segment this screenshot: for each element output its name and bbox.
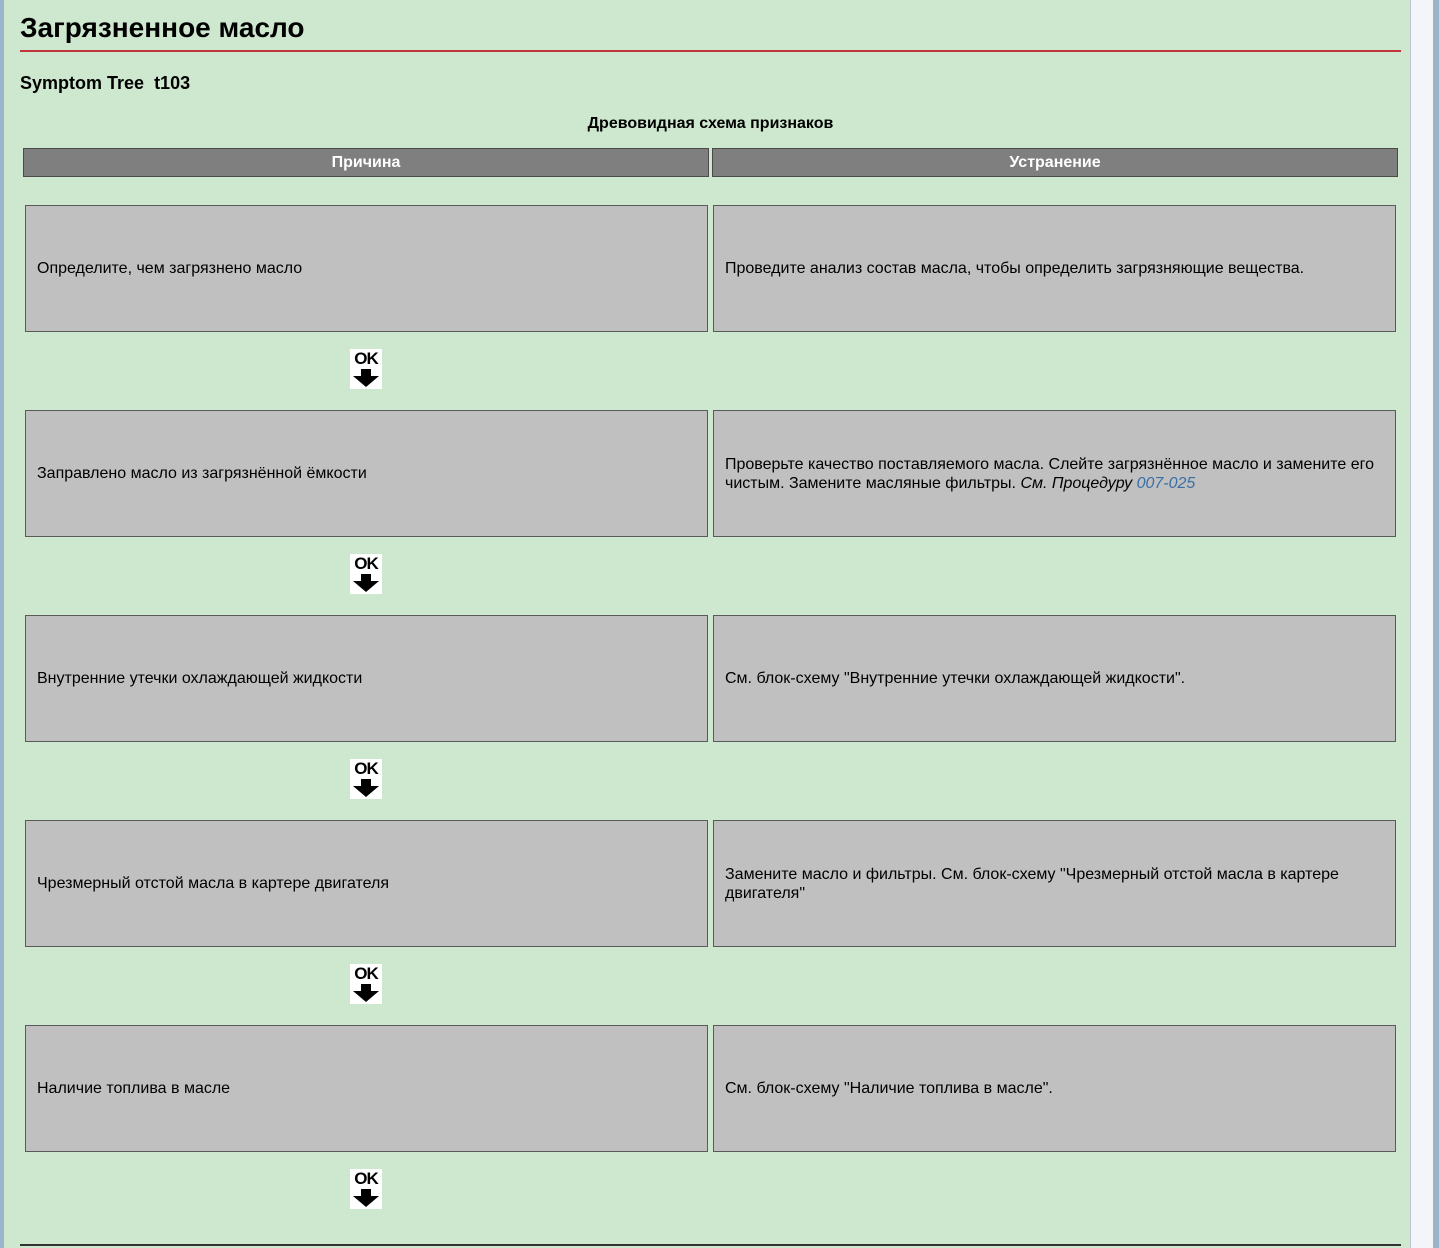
cause-text: Чрезмерный отстой масла в картере двигат… — [37, 875, 390, 892]
header-remedy: Устранение — [712, 148, 1398, 177]
ok-down-arrow-icon: OK — [350, 759, 382, 799]
remedy-cell: Проведите анализ состав масла, чтобы опр… — [713, 205, 1396, 332]
symptom-tree-id: Symptom Tree t103 — [20, 73, 190, 94]
remedy-cell: Замените масло и фильтры. См. блок-схему… — [713, 820, 1396, 947]
ok-down-arrow-icon: OK — [350, 554, 382, 594]
header-cause: Причина — [23, 148, 709, 177]
cause-text: Наличие топлива в масле — [37, 1080, 231, 1097]
ok-down-arrow-icon: OK — [350, 964, 382, 1004]
document-content: Загрязненное масло Symptom Tree t103 Дре… — [20, 0, 1401, 1246]
page-title: Загрязненное масло — [20, 0, 1401, 52]
remedy-text: См. блок-схему "Наличие топлива в масле"… — [725, 1080, 1053, 1097]
remedy-text: Проведите анализ состав масла, чтобы опр… — [725, 260, 1305, 277]
ok-label: OK — [354, 964, 379, 983]
symptom-step-3: Внутренние утечки охлаждающей жидкости С… — [20, 615, 1401, 820]
cause-text: Заправлено масло из загрязнённой ёмкости — [37, 465, 367, 482]
table-header-row: Причина Устранение — [23, 148, 1398, 177]
cause-cell: Заправлено масло из загрязнённой ёмкости — [25, 410, 708, 537]
cause-cell: Определите, чем загрязнено масло — [25, 205, 708, 332]
ok-label: OK — [354, 554, 379, 573]
remedy-cell: См. блок-схему "Наличие топлива в масле"… — [713, 1025, 1396, 1152]
remedy-text: Замените масло и фильтры. См. блок-схему… — [725, 865, 1339, 902]
symptom-step-4: Чрезмерный отстой масла в картере двигат… — [20, 820, 1401, 1025]
bottom-divider — [20, 1244, 1401, 1246]
ok-down-arrow-icon: OK — [350, 349, 382, 389]
remedy-cell: Проверьте качество поставляемого масла. … — [713, 410, 1396, 537]
window-right-border — [1433, 0, 1439, 1248]
symptom-tree-code: t103 — [154, 73, 191, 93]
symptom-step-5: Наличие топлива в масле См. блок-схему "… — [20, 1025, 1401, 1230]
symptom-tree-label: Symptom Tree — [20, 73, 145, 93]
ok-label: OK — [354, 1169, 379, 1188]
ok-label: OK — [354, 349, 379, 368]
procedure-link[interactable]: 007-025 — [1137, 475, 1196, 492]
ok-down-arrow-icon: OK — [350, 1169, 382, 1209]
cause-cell: Внутренние утечки охлаждающей жидкости — [25, 615, 708, 742]
cause-text: Внутренние утечки охлаждающей жидкости — [37, 670, 363, 687]
cause-text: Определите, чем загрязнено масло — [37, 260, 303, 277]
cause-cell: Чрезмерный отстой масла в картере двигат… — [25, 820, 708, 947]
vertical-scrollbar[interactable] — [1410, 0, 1439, 1248]
remedy-text: Проверьте качество поставляемого масла. … — [725, 455, 1384, 493]
remedy-cell: См. блок-схему "Внутренние утечки охлажд… — [713, 615, 1396, 742]
symptom-step-2: Заправлено масло из загрязнённой ёмкости… — [20, 410, 1401, 615]
remedy-text: См. блок-схему "Внутренние утечки охлажд… — [725, 670, 1186, 687]
table-caption: Древовидная схема признаков — [587, 115, 834, 132]
cause-cell: Наличие топлива в масле — [25, 1025, 708, 1152]
symptom-step-1: Определите, чем загрязнено масло Проведи… — [20, 205, 1401, 410]
procedure-ref-prefix: См. Процедуру — [1020, 474, 1133, 492]
ok-label: OK — [354, 759, 379, 778]
window-left-border — [0, 0, 4, 1248]
